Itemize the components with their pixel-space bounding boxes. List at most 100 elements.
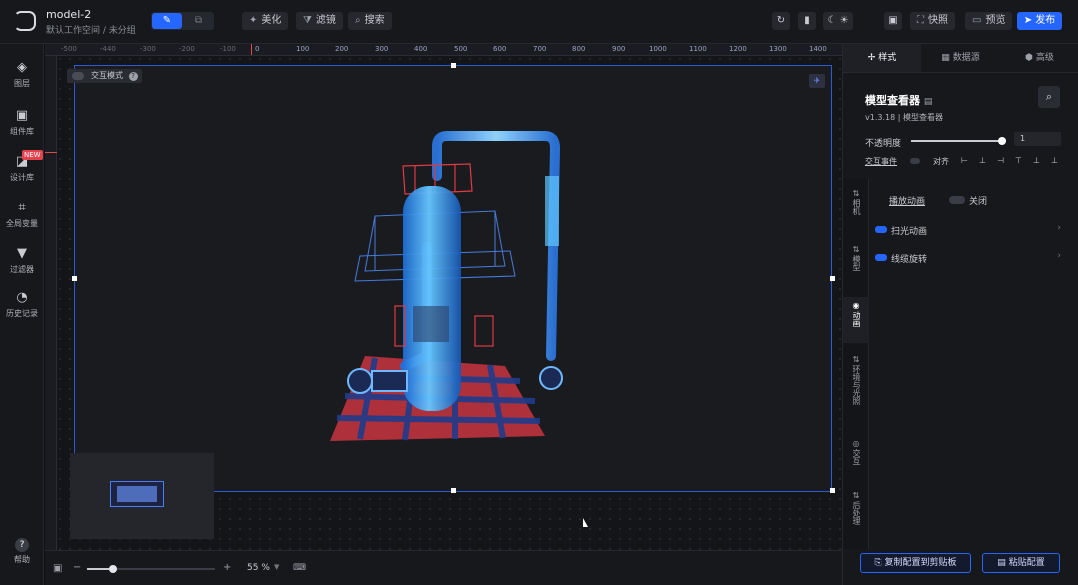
project-breadcrumb: 默认工作空间 / 未分组: [46, 26, 136, 36]
interaction-events-label[interactable]: 交互事件: [865, 156, 897, 167]
filter-button[interactable]: ⧩ 滤镜: [296, 12, 343, 30]
align-middle-icon[interactable]: ⊥: [1033, 156, 1040, 165]
layers-icon: ◈: [17, 60, 27, 75]
section-sweep-animation[interactable]: 扫光动画 ›: [875, 223, 1061, 237]
preview-button[interactable]: ▭ 预览: [965, 12, 1013, 30]
align-right-icon[interactable]: ⊣: [997, 156, 1004, 165]
tab-advanced[interactable]: ⬢ 高级: [1000, 44, 1078, 72]
resize-handle-bottom-right[interactable]: [830, 488, 835, 493]
eye-icon: ◉: [852, 301, 860, 310]
sidebar-item-history[interactable]: ◔ 历史记录: [0, 290, 44, 319]
resize-handle-top[interactable]: [451, 63, 456, 68]
model-viewer-scene[interactable]: [75, 66, 831, 491]
mouse-cursor: [583, 518, 588, 527]
vtab-interaction[interactable]: ◎ 交互: [843, 439, 869, 468]
copy-config-button[interactable]: ⎘ 复制配置到剪贴板: [860, 553, 971, 573]
zoom-level[interactable]: 55 %: [247, 563, 270, 573]
interaction-mode-toggle[interactable]: 交互模式 ?: [67, 69, 142, 83]
screen-icon[interactable]: ▣: [884, 12, 902, 30]
beautify-button[interactable]: ✦ 美化: [242, 12, 289, 30]
align-center-icon[interactable]: ⊥: [979, 156, 986, 165]
pin-icon[interactable]: ✈: [809, 74, 825, 88]
horizontal-ruler[interactable]: -500 -440 -300 -200 -100 0 100 200 300 4…: [45, 44, 842, 56]
pump-unit: [347, 368, 408, 394]
snapshot-button[interactable]: ⛶ 快照: [910, 12, 955, 30]
component-version: v1.3.18 | 模型查看器: [865, 113, 943, 122]
edit-icon[interactable]: ✎: [152, 13, 182, 29]
play-animation-label: 播放动画: [889, 197, 926, 207]
theme-icon[interactable]: ☾ ☀: [823, 12, 853, 30]
search-button[interactable]: ⌕ 搜索: [348, 12, 392, 30]
keyboard-icon[interactable]: ⌨: [293, 563, 306, 573]
play-animation-toggle[interactable]: [949, 196, 965, 204]
refresh-icon[interactable]: ↻: [772, 12, 790, 30]
vtab-animation[interactable]: ◉ 动画: [843, 297, 869, 343]
preview-mode-icon[interactable]: ⧉: [184, 13, 213, 29]
toggle-switch[interactable]: [72, 72, 84, 80]
vtab-camera[interactable]: ⇅ 相机: [843, 189, 869, 218]
help-icon: ?: [15, 538, 29, 552]
paste-config-button[interactable]: ▤ 粘贴配置: [982, 553, 1060, 573]
vertical-ruler[interactable]: [45, 56, 57, 550]
project-title[interactable]: model-2: [46, 8, 91, 21]
variables-icon: ⌗: [18, 200, 26, 215]
vtab-model[interactable]: ⇅ 模型: [843, 245, 869, 274]
align-top-icon[interactable]: ⊤: [1015, 156, 1022, 165]
snapshot-icon: ⛶: [917, 15, 924, 26]
mode-switch: ✎ ⧉: [151, 12, 214, 30]
interaction-toggle[interactable]: [910, 158, 920, 164]
zoom-slider-knob[interactable]: [108, 565, 117, 573]
sidebar-item-filters[interactable]: ▼ 过滤器: [0, 246, 44, 275]
minimap[interactable]: [70, 453, 214, 539]
help-icon[interactable]: ?: [128, 72, 138, 81]
component-title: 模型查看器 ▤: [865, 94, 933, 107]
sidebar-item-layers[interactable]: ◈ 图层: [0, 60, 44, 89]
sidebar-item-components[interactable]: ▣ 组件库: [0, 108, 44, 137]
opacity-input[interactable]: 1: [1014, 132, 1061, 146]
layout-icon[interactable]: ▮: [798, 12, 816, 30]
filter-icon: ▼: [17, 246, 27, 261]
align-bottom-icon[interactable]: ⊥: [1051, 156, 1058, 165]
pipe-valve: [539, 366, 563, 390]
stage-frame[interactable]: [72, 63, 835, 493]
help-button[interactable]: ? 帮助: [0, 538, 44, 565]
section-toggle[interactable]: [875, 254, 887, 261]
tab-datasource[interactable]: ▦ 数据源: [921, 44, 1000, 72]
section-cable-rotation[interactable]: 线缆旋转 ›: [875, 251, 1061, 265]
opacity-slider-knob[interactable]: [998, 137, 1006, 145]
doc-icon[interactable]: ▤: [924, 97, 933, 107]
chevron-down-icon[interactable]: ▼: [274, 563, 279, 571]
property-panel: ✢ 样式 ▦ 数据源 ⬢ 高级 模型查看器 ▤ v1.3.18 | 模型查看器 …: [842, 44, 1078, 585]
chevron-right-icon: ›: [1057, 223, 1061, 233]
app-logo[interactable]: [14, 11, 36, 31]
align-left-icon[interactable]: ⊢: [961, 156, 968, 165]
sidebar-item-design[interactable]: ◪ NEW 设计库: [0, 150, 44, 183]
copy-icon: ⎘: [874, 558, 882, 568]
new-badge: NEW: [22, 150, 43, 160]
publish-button[interactable]: ➤ 发布: [1017, 12, 1062, 30]
publish-icon: ➤: [1023, 15, 1033, 26]
tabs-divider: [843, 72, 1078, 73]
vtab-postprocess[interactable]: ⇅ 后处理: [843, 491, 869, 528]
play-animation-state: 关闭: [969, 197, 988, 207]
resize-handle-left[interactable]: [72, 276, 77, 281]
resize-handle-right[interactable]: [830, 276, 835, 281]
image-icon[interactable]: ▣: [53, 563, 62, 574]
opacity-slider[interactable]: [911, 137, 1006, 145]
vtab-environment[interactable]: ⇅ 环境与光照: [843, 355, 869, 408]
sidebar-item-variables[interactable]: ⌗ 全局变量: [0, 200, 44, 229]
zoom-in-button[interactable]: +: [223, 562, 231, 573]
resize-handle-bottom[interactable]: [451, 488, 456, 493]
chevron-right-icon: ›: [1057, 251, 1061, 261]
history-icon: ◔: [16, 290, 28, 305]
zoom-slider[interactable]: [87, 565, 215, 573]
tab-style[interactable]: ✢ 样式: [843, 44, 921, 72]
left-sidebar: ◈ 图层 ▣ 组件库 ◪ NEW 设计库 ⌗ 全局变量 ▼ 过滤器 ◔ 历史记录…: [0, 44, 44, 585]
top-bar: model-2 默认工作空间 / 未分组 ✎ ⧉ ✦ 美化 ⧩ 滤镜 ⌕ 搜索 ↻ ▮…: [0, 0, 1078, 44]
zoom-out-button[interactable]: −: [73, 562, 81, 573]
section-toggle[interactable]: [875, 226, 887, 233]
minimap-viewport[interactable]: [110, 481, 164, 507]
canvas-area[interactable]: -500 -440 -300 -200 -100 0 100 200 300 4…: [45, 44, 842, 550]
align-label: 对齐: [933, 157, 949, 166]
search-icon[interactable]: ⌕: [1038, 86, 1060, 108]
